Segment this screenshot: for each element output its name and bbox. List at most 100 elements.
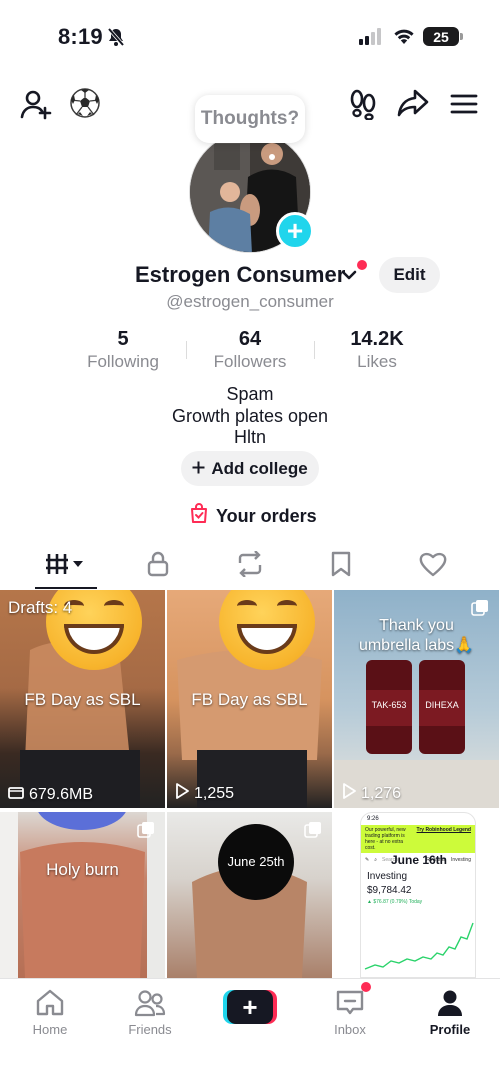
tab-reposts[interactable] [220,545,280,587]
stat-label: Likes [357,352,397,371]
stat-divider [186,341,187,359]
video-tile[interactable]: FB Day as SBL 1,255 [167,590,332,808]
video-tile[interactable]: 9:26 Our powerful, new trading platform … [334,812,499,978]
tile-size: 679.6MB [8,785,93,804]
bio-line: Spam [226,384,274,404]
active-tab-underline [35,587,97,589]
bottom-navigation: Home Friends + Inbox Profile [0,978,500,1084]
stat-value: 5 [117,328,129,350]
phone-time: 9:26 [367,816,379,822]
create-post-button[interactable]: + [223,990,277,1024]
nav-home[interactable]: Home [10,987,90,1037]
phone-banner: Our powerful, new trading platform is he… [361,825,475,853]
footprint-icon[interactable] [346,86,380,122]
battery-cap [460,33,463,40]
nav-profile[interactable]: Profile [410,987,490,1037]
phone-banner-link: Try Robinhood Legend [416,827,471,833]
video-tile[interactable]: Holy burn [0,812,165,978]
edit-profile-button[interactable]: Edit [379,257,440,293]
your-orders-link[interactable]: Your orders [190,503,317,529]
video-tile[interactable]: June 25th [167,812,332,978]
nav-label: Friends [128,1022,172,1037]
plus-icon: + [227,990,273,1024]
tab-videos[interactable] [36,545,96,587]
your-orders-label: Your orders [216,505,317,526]
repost-icon [236,549,264,582]
share-icon[interactable] [396,86,430,120]
tile-size-value: 679.6MB [29,785,94,803]
status-time: 8:19 [58,24,103,49]
username: @estrogen_consumer [166,292,334,311]
content-tabs [0,545,500,590]
account-switch-chevron-icon[interactable] [341,268,357,286]
stat-label: Followers [213,352,287,371]
home-icon [10,987,90,1019]
phone-title: Investing [367,871,408,882]
stat-label: Following [87,352,159,371]
tile-caption: June 16th [390,853,447,867]
plus-icon [192,459,205,479]
add-college-label: Add college [211,458,308,478]
bio-line: Hltn [233,427,266,447]
heart-icon [419,551,447,582]
tile-caption: FB Day as SBL [24,690,141,709]
phone-change: ▲ $76.87 (0.79%) Today [367,899,423,905]
nav-label: Profile [429,1022,471,1037]
stat-likes[interactable]: 14.2K Likes [322,328,432,372]
stat-value: 64 [238,328,262,350]
bottle-label: DIHEXA [425,700,459,710]
multi-photo-icon [137,821,155,844]
tile-views: 1,276 [342,783,401,804]
tab-saved[interactable] [311,545,371,587]
stat-followers[interactable]: 64 Followers [195,328,305,372]
tile-caption: Holy burn [46,860,119,879]
nav-friends[interactable]: Friends [110,987,190,1037]
play-icon [342,783,356,804]
phone-banner-text: Our powerful, new trading platform is he… [365,827,406,851]
inbox-icon [310,987,390,1019]
lock-icon [147,551,169,582]
nav-label: Home [32,1022,68,1037]
tile-caption: FB Day as SBL [191,690,308,709]
add-college-button[interactable]: Add college [181,451,319,486]
video-tile[interactable]: TAK-653 DIHEXA Thank you umbrella labs🙏 … [334,590,499,808]
display-name: Estrogen Consumer [135,262,346,287]
soccer-ball-icon[interactable] [68,86,102,120]
stat-value: 14.2K [350,328,404,350]
status-bar: 8:19 25 [0,0,500,70]
video-tile[interactable]: Drafts: 4 FB Day as SBL 679.6MB [0,590,165,808]
bio: Spam Growth plates open Hltn [0,384,500,449]
storage-icon [8,785,24,804]
tile-views-value: 1,255 [194,784,235,802]
tile-views-value: 1,276 [361,784,402,802]
inbox-notification-dot [361,982,371,992]
stat-divider [314,341,315,359]
wifi-icon [392,26,416,51]
add-avatar-button[interactable]: + [276,212,314,250]
bell-muted-icon [106,27,126,52]
profile-icon [410,987,490,1019]
tab-private[interactable] [128,545,188,587]
thoughts-bubble-tail [269,154,275,160]
bio-line: Growth plates open [171,405,329,426]
investing-line-graph [364,922,474,970]
phone-screenshot: 9:26 Our powerful, new trading platform … [360,812,476,978]
nav-label: Inbox [334,1022,366,1037]
shopping-bag-icon [190,503,208,529]
menu-icon[interactable] [446,86,482,122]
nav-inbox[interactable]: Inbox [310,987,390,1037]
play-icon [175,783,189,804]
add-friend-icon[interactable] [18,86,54,122]
cellular-signal-icon [359,28,383,50]
thoughts-bubble[interactable]: Thoughts? [195,95,305,143]
notification-dot [357,260,367,270]
videos-grid-icon [46,552,86,581]
tab-liked[interactable] [403,545,463,587]
phone-value: $9,784.42 [367,885,412,896]
bottle-label: TAK-653 [371,700,407,710]
tile-caption: Thank you umbrella labs🙏 [358,617,475,654]
tile-views: 1,255 [175,783,234,804]
friends-icon [110,987,190,1019]
stat-following[interactable]: 5 Following [68,328,178,372]
drafts-label: Drafts: 4 [8,598,73,617]
